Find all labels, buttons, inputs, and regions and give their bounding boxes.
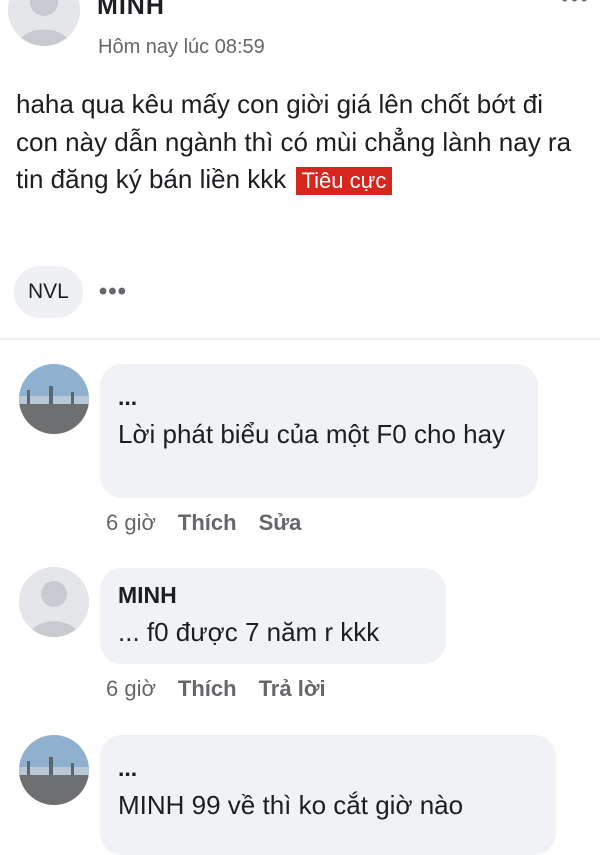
- landscape-avatar-icon: [19, 364, 89, 434]
- comment-time: 6 giờ: [106, 510, 156, 535]
- more-dots-icon[interactable]: •••: [561, 0, 590, 12]
- comment-bubble: ... MINH 99 về thì ko cắt giờ nào: [100, 735, 556, 855]
- post-author-name[interactable]: MINH: [97, 0, 165, 21]
- comment-author[interactable]: ...: [118, 382, 522, 412]
- edit-button[interactable]: Sửa: [259, 510, 302, 536]
- default-avatar-icon: [19, 567, 89, 637]
- reply-button[interactable]: Trả lời: [259, 676, 326, 702]
- commenter-avatar[interactable]: [19, 567, 89, 637]
- comment-time: 6 giờ: [106, 676, 156, 701]
- comment-text: ... f0 được 7 năm r kkk: [118, 617, 380, 647]
- comment-actions: 6 giờ Thích Sửa: [106, 510, 301, 536]
- comment-text: MINH 99 về thì ko cắt giờ nào: [118, 790, 464, 820]
- ticker-chip[interactable]: NVL: [14, 266, 83, 318]
- comment-bubble: ... Lời phát biểu của một F0 cho hay: [100, 364, 538, 498]
- comment-author[interactable]: MINH: [118, 580, 430, 610]
- divider: [0, 338, 600, 340]
- post-author-avatar[interactable]: [8, 0, 80, 46]
- post-chip-row: NVL •••: [14, 266, 127, 318]
- more-options-icon[interactable]: •••: [99, 278, 127, 306]
- post-text: haha qua kêu mấy con giời giá lên chốt b…: [16, 89, 572, 194]
- commenter-avatar[interactable]: [19, 735, 89, 805]
- landscape-avatar-icon: [19, 735, 89, 805]
- default-avatar-icon: [8, 0, 80, 46]
- comment-author[interactable]: ...: [118, 753, 540, 783]
- comment-bubble: MINH ... f0 được 7 năm r kkk: [100, 568, 446, 664]
- like-button[interactable]: Thích: [178, 676, 237, 702]
- sentiment-badge: Tiêu cực: [295, 167, 393, 195]
- comment-text: Lời phát biểu của một F0 cho hay: [118, 419, 506, 449]
- post-body: haha qua kêu mấy con giời giá lên chốt b…: [16, 86, 586, 200]
- commenter-avatar[interactable]: [19, 364, 89, 434]
- like-button[interactable]: Thích: [178, 510, 237, 536]
- post-timestamp: Hôm nay lúc 08:59: [98, 36, 265, 58]
- comment-actions: 6 giờ Thích Trả lời: [106, 676, 326, 702]
